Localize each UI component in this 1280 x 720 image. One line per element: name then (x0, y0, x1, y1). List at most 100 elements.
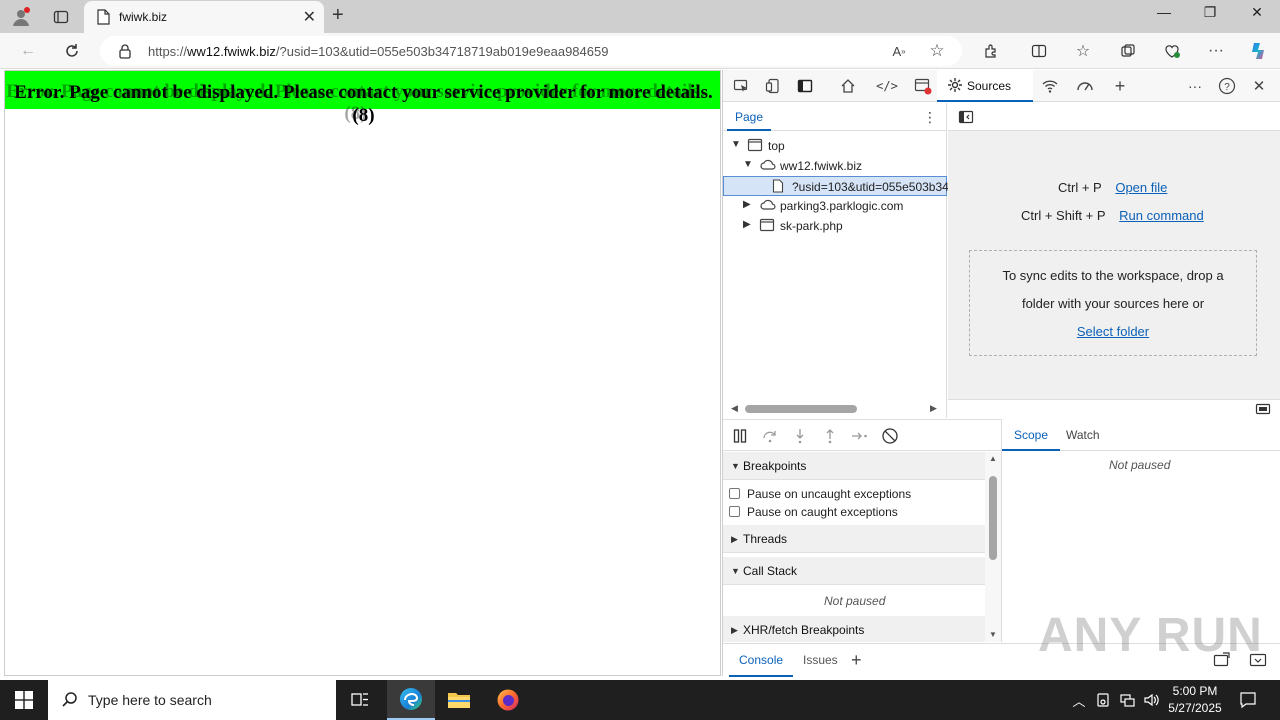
editor-header (948, 103, 1280, 131)
pause-caught-checkbox[interactable]: Pause on caught exceptions (729, 505, 898, 519)
debugger-vscrollbar[interactable]: ▲ ▼ (985, 452, 1001, 642)
system-clock[interactable]: 5:00 PM 5/27/2025 (1160, 683, 1230, 717)
step-out-icon[interactable] (821, 427, 839, 445)
network-icon[interactable] (1117, 690, 1137, 710)
tab-title: fwiwk.biz (119, 10, 168, 24)
run-command-link[interactable]: Run command (1119, 208, 1204, 223)
expand-arrow-icon[interactable]: ▼ (731, 139, 741, 150)
scroll-thumb[interactable] (989, 476, 997, 560)
pause-icon[interactable] (731, 427, 749, 445)
scroll-up-icon[interactable]: ▲ (989, 454, 997, 463)
file-explorer-icon[interactable] (435, 680, 483, 720)
toggle-navigator-icon[interactable] (958, 110, 974, 127)
dock-side-icon[interactable] (795, 76, 815, 96)
checkbox-box[interactable] (729, 506, 740, 517)
tab-sources[interactable]: Sources (937, 70, 1033, 102)
profile-icon[interactable] (8, 4, 34, 30)
performance-icon[interactable] (1075, 76, 1095, 96)
tab-console[interactable]: Console (729, 644, 794, 677)
elements-tab-icon[interactable]: </> (876, 76, 898, 96)
cloud-icon (759, 158, 777, 175)
navigator-more-icon[interactable]: ⋮ (923, 109, 937, 126)
close-devtools-icon[interactable]: ✕ (1249, 76, 1269, 96)
scroll-thumb[interactable] (745, 405, 857, 413)
volume-icon[interactable] (1141, 690, 1161, 710)
help-icon[interactable]: ? (1217, 76, 1237, 96)
network-wifi-icon[interactable] (1040, 76, 1060, 96)
edge-taskbar-icon[interactable] (387, 680, 435, 720)
browser-essentials-icon[interactable] (1161, 40, 1183, 62)
restore-icon[interactable]: ❐ (1187, 4, 1233, 28)
editor-footer (948, 399, 1280, 419)
workspace-dropzone[interactable]: To sync edits to the workspace, drop a f… (969, 250, 1257, 356)
close-tab-icon[interactable]: ✕ (303, 7, 316, 27)
devtools-toolbar: </> Sources + ··· ? ✕ (723, 70, 1280, 102)
tab-scope[interactable]: Scope (1002, 419, 1061, 451)
read-aloud-icon[interactable]: A» (889, 41, 909, 61)
tab-page[interactable]: Page (727, 103, 772, 131)
favorite-star-icon[interactable]: ☆ (927, 41, 947, 61)
refresh-icon[interactable] (60, 39, 84, 63)
lock-icon[interactable] (118, 43, 132, 62)
devtools-more-icon[interactable]: ··· (1185, 76, 1205, 96)
section-breakpoints[interactable]: ▼ Breakpoints (723, 452, 985, 480)
expand-arrow-icon[interactable]: ▼ (743, 159, 753, 170)
favorites-icon[interactable]: ☆ (1072, 40, 1094, 62)
more-options-icon[interactable]: ··· (1205, 40, 1227, 62)
split-screen-icon[interactable] (1028, 40, 1050, 62)
firefox-icon[interactable] (484, 680, 532, 720)
checkbox-box[interactable] (729, 488, 740, 499)
navigator-hscrollbar[interactable]: ◀ ▶ (723, 401, 947, 417)
error-message: Error. Page cannot be displayed. Please … (14, 82, 713, 126)
tree-item-file-selected[interactable]: ?usid=103&utid=055e503b34 (723, 176, 949, 196)
tab-issues[interactable]: Issues (793, 644, 848, 677)
coverage-icon[interactable] (1255, 402, 1271, 419)
back-icon[interactable]: ← (16, 39, 40, 63)
search-placeholder: Type here to search (88, 692, 212, 708)
device-emulation-icon[interactable] (763, 76, 783, 96)
sources-gear-icon (947, 77, 963, 96)
tree-item-domain[interactable]: ▶ parking3.parklogic.com (723, 196, 947, 216)
close-window-icon[interactable]: ✕ (1234, 4, 1280, 28)
shortcut-run-command: Ctrl + Shift + P Run command (1021, 208, 1204, 223)
deactivate-breakpoints-icon[interactable] (881, 427, 899, 445)
show-hidden-icons[interactable]: ︿ (1069, 690, 1089, 710)
step-over-icon[interactable] (761, 427, 779, 445)
new-tab-icon[interactable]: + (332, 4, 344, 27)
address-field[interactable]: https://ww12.fwiwk.biz/?usid=103&utid=05… (100, 36, 962, 66)
collapse-arrow-icon[interactable]: ▶ (743, 199, 751, 210)
section-call-stack[interactable]: ▼ Call Stack (723, 557, 985, 585)
inspect-element-icon[interactable] (731, 76, 751, 96)
collapse-arrow-icon[interactable]: ▶ (743, 219, 751, 230)
taskbar-search[interactable]: Type here to search (48, 680, 336, 720)
windows-start-icon[interactable] (0, 680, 48, 720)
device-icon[interactable] (1093, 690, 1113, 710)
scroll-right-icon[interactable]: ▶ (930, 403, 937, 414)
step-icon[interactable] (851, 427, 869, 445)
step-into-icon[interactable] (791, 427, 809, 445)
dropzone-text-2: folder with your sources here or (1021, 296, 1205, 311)
notifications-icon[interactable] (1238, 690, 1258, 710)
more-tools-plus-icon[interactable]: + (1110, 76, 1130, 96)
open-file-link[interactable]: Open file (1115, 180, 1167, 195)
welcome-home-icon[interactable] (838, 76, 858, 96)
minimize-icon[interactable]: — (1141, 4, 1187, 28)
scroll-left-icon[interactable]: ◀ (731, 403, 738, 414)
tree-item-frame[interactable]: ▶ sk-park.php (723, 216, 947, 236)
add-drawer-tab-icon[interactable]: + (851, 650, 862, 671)
collections-icon[interactable] (1117, 40, 1139, 62)
console-tab-icon[interactable] (913, 76, 933, 96)
extensions-icon[interactable] (980, 40, 1002, 62)
browser-tab[interactable]: fwiwk.biz ✕ (84, 1, 324, 33)
select-folder-link[interactable]: Select folder (1077, 324, 1149, 339)
tree-item-top[interactable]: ▼ top (723, 136, 947, 156)
tab-watch[interactable]: Watch (1054, 419, 1112, 451)
tab-actions-icon[interactable] (48, 4, 74, 30)
copilot-icon[interactable] (1247, 40, 1269, 62)
scroll-down-icon[interactable]: ▼ (989, 630, 997, 639)
section-threads[interactable]: ▶ Threads (723, 525, 985, 553)
tree-item-domain[interactable]: ▼ ww12.fwiwk.biz (723, 156, 947, 176)
task-view-icon[interactable] (336, 680, 384, 720)
section-xhr-breakpoints[interactable]: ▶ XHR/fetch Breakpoints (723, 616, 985, 642)
pause-uncaught-checkbox[interactable]: Pause on uncaught exceptions (729, 487, 911, 501)
